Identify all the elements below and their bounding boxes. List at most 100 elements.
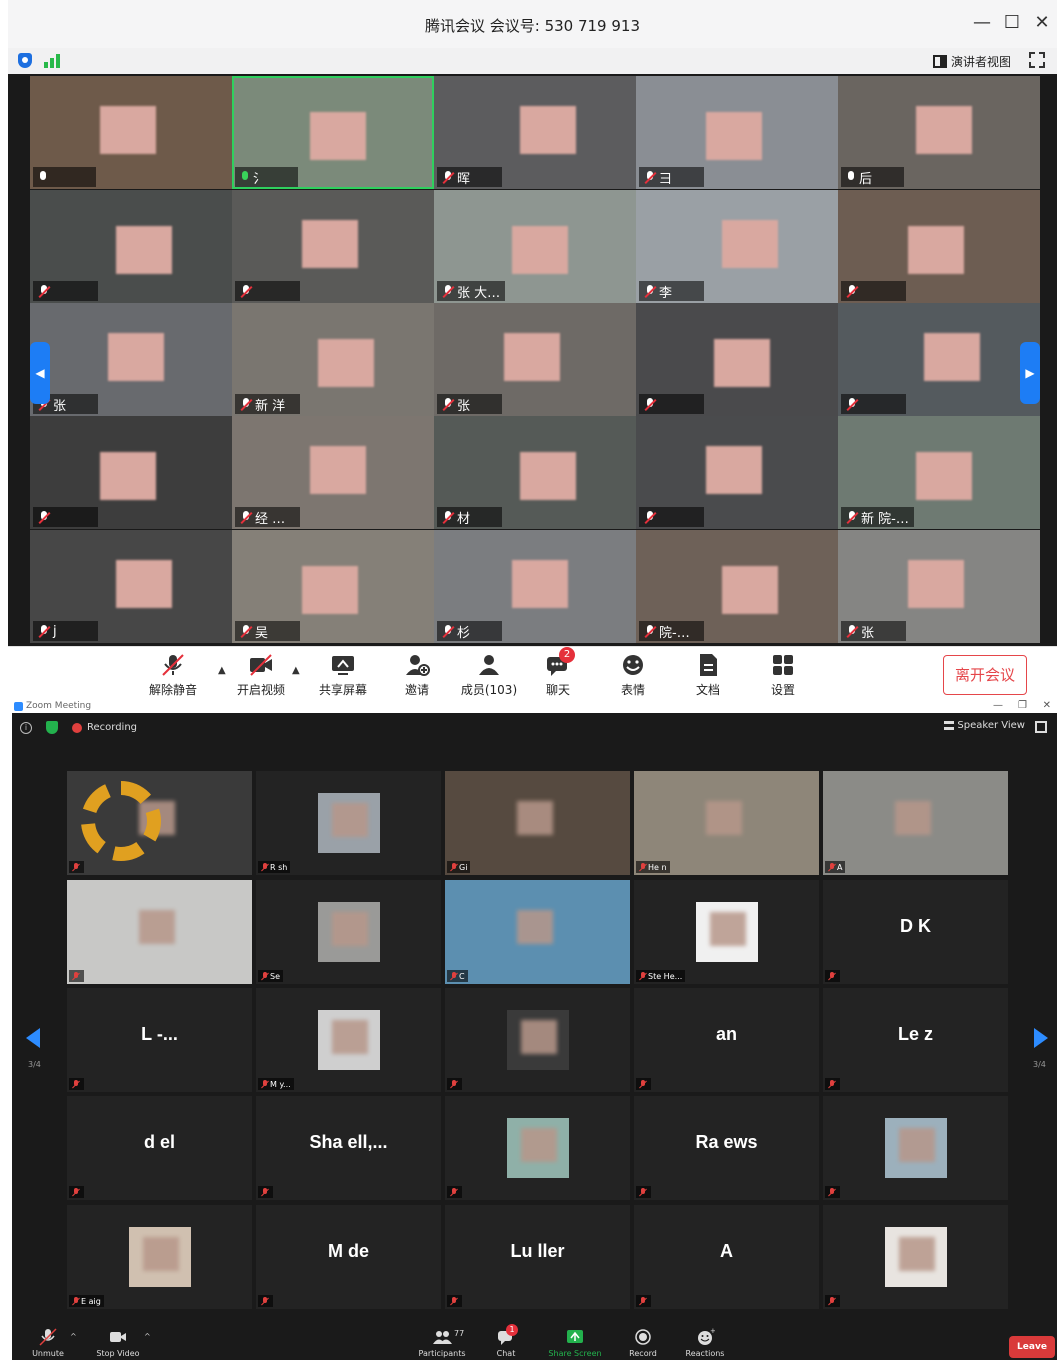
zoom-minimize-button[interactable]: — <box>993 700 1003 711</box>
network-signal-icon[interactable] <box>44 53 64 68</box>
video-tile[interactable]: 杉 <box>434 530 636 643</box>
zoom-record-button[interactable]: Record <box>613 1328 673 1358</box>
video-tile[interactable] <box>30 76 232 189</box>
zoom-leave-button[interactable]: Leave <box>1009 1336 1055 1358</box>
video-tile[interactable]: 张 <box>30 303 232 416</box>
video-tile[interactable]: 经 … <box>232 416 434 529</box>
minimize-button[interactable]: — <box>971 12 993 33</box>
zoom-video-caret-icon[interactable]: ^ <box>144 1332 151 1341</box>
zoom-video-tile[interactable]: He n <box>634 771 819 875</box>
settings-button[interactable]: 设置 <box>748 653 818 698</box>
zoom-participants-button[interactable]: 77 Participants <box>412 1328 472 1358</box>
page-indicator-left: 3/4 <box>28 1060 41 1069</box>
zoom-video-tile[interactable] <box>445 988 630 1092</box>
video-options-caret-icon[interactable]: ▲ <box>292 665 300 676</box>
zoom-video-tile[interactable]: A <box>823 771 1008 875</box>
mic-muted-icon <box>450 862 457 872</box>
invite-label: 邀请 <box>404 683 429 697</box>
maximize-button[interactable]: ☐ <box>1001 12 1023 33</box>
zoom-close-button[interactable]: ✕ <box>1043 700 1051 711</box>
members-button[interactable]: 成员(103) <box>454 653 524 698</box>
invite-button[interactable]: 邀请 <box>382 653 452 698</box>
zoom-video-tile[interactable]: Ste He... <box>634 880 819 984</box>
participant-name-tag <box>235 281 300 301</box>
next-page-arrow-icon[interactable]: ▶ <box>1020 342 1040 404</box>
video-tile[interactable] <box>636 303 838 416</box>
meeting-info-icon[interactable]: i <box>20 722 32 734</box>
zoom-video-tile[interactable]: D K <box>823 880 1008 984</box>
zoom-reactions-button[interactable]: + Reactions <box>675 1327 735 1358</box>
video-tile[interactable]: 院-… <box>636 530 838 643</box>
zoom-fullscreen-icon[interactable] <box>1035 721 1047 733</box>
zoom-restore-button[interactable]: ❐ <box>1018 700 1027 711</box>
fullscreen-icon[interactable] <box>1029 52 1045 68</box>
video-tile[interactable]: 后 <box>838 76 1040 189</box>
close-button[interactable]: ✕ <box>1031 12 1053 33</box>
mic-muted-icon <box>639 971 646 981</box>
zoom-speaker-view-button[interactable]: Speaker View <box>944 720 1025 731</box>
zoom-video-tile[interactable]: C <box>445 880 630 984</box>
zoom-video-tile[interactable]: M de <box>256 1205 441 1309</box>
zoom-video-tile[interactable] <box>67 771 252 875</box>
blurred-face <box>512 560 568 608</box>
zoom-video-tile[interactable]: Ra ews <box>634 1096 819 1200</box>
zoom-unmute-button[interactable]: Unmute <box>18 1328 78 1358</box>
zoom-stop-video-button[interactable]: Stop Video <box>88 1328 148 1358</box>
participant-name-tag <box>825 1186 840 1198</box>
zoom-video-tile[interactable]: L -... <box>67 988 252 1092</box>
video-tile[interactable]: 新 院-… <box>838 416 1040 529</box>
encryption-shield-icon[interactable] <box>46 721 58 734</box>
zoom-video-tile[interactable] <box>823 1096 1008 1200</box>
video-tile[interactable]: 吴 <box>232 530 434 643</box>
speaker-view-button[interactable]: 演讲者视图 <box>932 53 1011 70</box>
video-tile[interactable]: 彐 <box>636 76 838 189</box>
zoom-share-screen-button[interactable]: Share Screen <box>545 1328 605 1358</box>
chat-button[interactable]: 2 聊天 <box>523 647 593 698</box>
video-tile[interactable] <box>30 416 232 529</box>
audio-options-caret-icon[interactable]: ▲ <box>218 665 226 676</box>
video-tile[interactable]: 张 大… <box>434 190 636 303</box>
zoom-audio-caret-icon[interactable]: ^ <box>70 1332 77 1341</box>
video-tile[interactable] <box>30 190 232 303</box>
participant-name: 后 <box>859 171 873 187</box>
zoom-video-tile[interactable]: an <box>634 988 819 1092</box>
zoom-video-tile[interactable] <box>445 1096 630 1200</box>
video-tile[interactable]: j <box>30 530 232 643</box>
leave-meeting-button[interactable]: 离开会议 <box>943 655 1027 695</box>
video-tile[interactable]: 晖 <box>434 76 636 189</box>
zoom-video-tile[interactable]: Sha ell,... <box>256 1096 441 1200</box>
share-screen-button[interactable]: 共享屏幕 <box>308 653 378 698</box>
zoom-video-tile[interactable]: A <box>634 1205 819 1309</box>
zoom-video-tile[interactable]: d el <box>67 1096 252 1200</box>
zoom-video-tile[interactable]: R sh <box>256 771 441 875</box>
zoom-video-tile[interactable]: Gi <box>445 771 630 875</box>
reactions-button[interactable]: 表情 <box>598 653 668 698</box>
mic-muted-icon <box>261 1079 268 1089</box>
zoom-chat-button[interactable]: 1 Chat <box>476 1324 536 1358</box>
video-tile[interactable] <box>636 416 838 529</box>
zoom-video-tile[interactable]: M y... <box>256 988 441 1092</box>
video-tile[interactable]: 新 洋 <box>232 303 434 416</box>
zoom-video-tile[interactable]: E aig <box>67 1205 252 1309</box>
video-tile[interactable] <box>838 303 1040 416</box>
zoom-video-tile[interactable] <box>823 1205 1008 1309</box>
zoom-video-tile[interactable]: Se <box>256 880 441 984</box>
video-tile[interactable]: 张 <box>838 530 1040 643</box>
zoom-video-tile[interactable] <box>67 880 252 984</box>
security-shield-icon[interactable] <box>18 53 32 68</box>
video-tile[interactable]: 张 <box>434 303 636 416</box>
zoom-video-tile[interactable]: Le z <box>823 988 1008 1092</box>
video-tile[interactable]: 材 <box>434 416 636 529</box>
participant-name-tag <box>639 507 704 527</box>
video-tile[interactable]: 氵 <box>232 76 434 189</box>
prev-page-arrow-icon[interactable]: ◀ <box>30 342 50 404</box>
video-tile[interactable] <box>838 190 1040 303</box>
zoom-prev-page-icon[interactable] <box>26 1028 40 1048</box>
video-tile[interactable]: 李 <box>636 190 838 303</box>
docs-button[interactable]: 文档 <box>673 653 743 698</box>
zoom-next-page-icon[interactable] <box>1034 1028 1048 1048</box>
zoom-video-tile[interactable]: Lu ller <box>445 1205 630 1309</box>
start-video-button[interactable]: 开启视频 <box>226 653 296 698</box>
unmute-button[interactable]: 解除静音 <box>138 653 208 698</box>
video-tile[interactable] <box>232 190 434 303</box>
